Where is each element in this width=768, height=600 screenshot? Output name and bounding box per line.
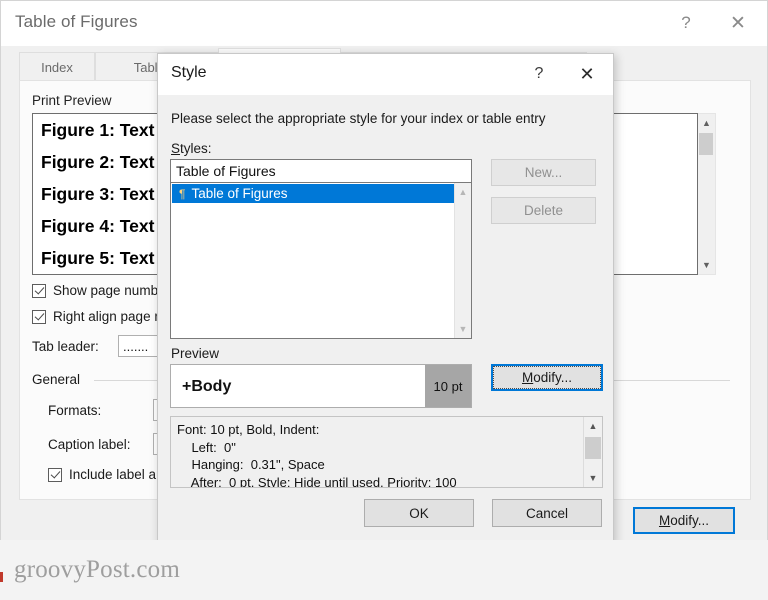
checkbox-label: Include label and [69, 467, 172, 482]
description-scrollbar[interactable]: ▲ ▼ [583, 417, 602, 487]
chevron-up-icon[interactable]: ▲ [455, 183, 471, 201]
checkbox-label: Right align page n [53, 309, 162, 324]
close-icon[interactable]: ✕ [565, 54, 609, 94]
print-preview-label: Print Preview [32, 93, 112, 108]
new-button[interactable]: New... [491, 159, 596, 186]
checkbox-show-page-numbers[interactable]: Show page numbe [32, 283, 166, 298]
style-modify-button[interactable]: Modify... [491, 364, 603, 391]
style-preview-box: +Body 10 pt [170, 364, 472, 408]
checkbox-label: Show page numbe [53, 283, 166, 298]
style-dialog-title: Style [171, 64, 207, 81]
modify-button-label-accel: M [521, 370, 534, 385]
modify-button[interactable]: Modify... [633, 507, 735, 534]
preview-label: Preview [171, 346, 220, 361]
chevron-down-icon[interactable]: ▼ [455, 320, 471, 338]
chevron-up-icon[interactable]: ▲ [698, 114, 715, 132]
chevron-down-icon[interactable]: ▼ [698, 256, 715, 274]
styles-listbox[interactable]: ¶ Table of Figures ▲ ▼ [170, 183, 472, 339]
chevron-down-icon[interactable]: ▼ [584, 469, 602, 487]
general-legend: General [32, 372, 87, 387]
style-dialog: Style ? ✕ Please select the appropriate … [157, 53, 614, 545]
style-description-box: Font: 10 pt, Bold, Indent: Left: 0" Hang… [170, 416, 603, 488]
list-item-label: Table of Figures [191, 186, 288, 201]
paragraph-mark-icon: ¶ [179, 186, 186, 201]
close-icon[interactable]: ✕ [715, 1, 761, 45]
formats-label: Formats: [48, 402, 102, 418]
styles-label: Styles: [171, 141, 212, 156]
scrollbar-thumb[interactable] [699, 133, 713, 155]
tab-leader-value: ....... [123, 338, 149, 354]
style-cancel-button[interactable]: Cancel [492, 499, 602, 527]
focus-outline: Modify... [493, 366, 601, 389]
help-icon[interactable]: ? [517, 54, 561, 94]
modify-button-label: odify... [533, 370, 573, 385]
preview-font-size: 10 pt [425, 365, 471, 407]
help-icon[interactable]: ? [663, 1, 709, 45]
checkmark-icon[interactable] [32, 309, 46, 324]
modify-button-label: odify... [670, 513, 710, 528]
delete-button[interactable]: Delete [491, 197, 596, 224]
checkmark-icon[interactable] [48, 467, 62, 482]
tab-index[interactable]: Index [19, 52, 95, 81]
title-bar: Table of Figures ? ✕ [1, 1, 767, 46]
page-title: Table of Figures [15, 12, 138, 31]
checkbox-right-align-page-numbers[interactable]: Right align page n [32, 309, 162, 324]
style-title-bar: Style ? ✕ [158, 54, 613, 95]
modify-button-label-accel: M [658, 513, 671, 528]
watermark: groovyPost.com [14, 556, 180, 583]
scrollbar-thumb[interactable] [585, 437, 601, 459]
list-item[interactable]: ¶ Table of Figures [172, 184, 454, 203]
style-description-text: Font: 10 pt, Bold, Indent: Left: 0" Hang… [177, 422, 457, 488]
web-preview-scrollbar[interactable]: ▲ ▼ [698, 113, 716, 275]
styles-input[interactable]: Table of Figures [170, 159, 472, 183]
styles-list-scrollbar[interactable]: ▲ ▼ [454, 183, 471, 338]
edge-accent [0, 572, 3, 582]
caption-label: Caption label: [48, 436, 131, 452]
style-instruction-text: Please select the appropriate style for … [171, 111, 546, 126]
checkbox-include-label-and-number[interactable]: Include label and [48, 467, 171, 482]
chevron-up-icon[interactable]: ▲ [584, 417, 602, 435]
checkmark-icon[interactable] [32, 283, 46, 298]
tab-leader-label: Tab leader: [32, 338, 99, 354]
preview-font-name: +Body [182, 378, 232, 395]
style-ok-button[interactable]: OK [364, 499, 474, 527]
